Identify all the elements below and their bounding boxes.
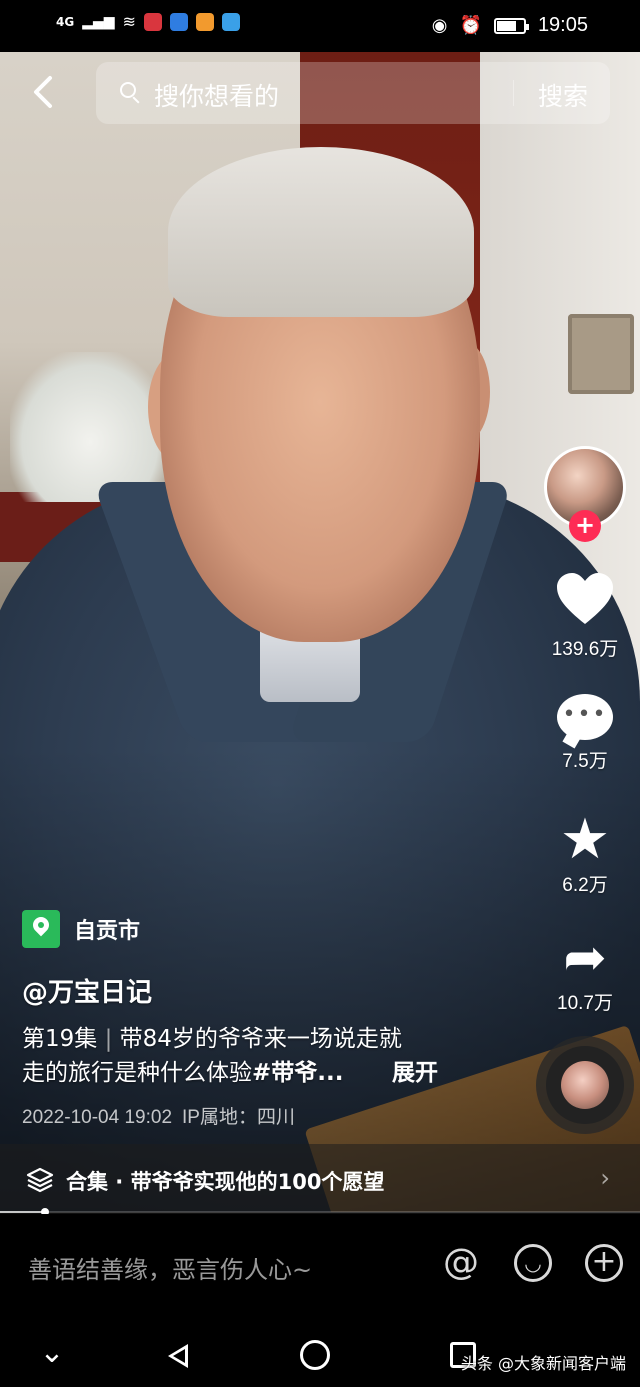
status-left: 4G ▂▄▆ ≋ bbox=[56, 12, 240, 31]
search-input[interactable]: 搜你想看的 bbox=[154, 77, 279, 113]
favorite-button[interactable]: ★ 6.2万 bbox=[540, 812, 630, 897]
collection-label: 合集 · 带爷爷实现他的100个愿望 bbox=[66, 1170, 385, 1194]
share-arrow-icon: ➦ bbox=[563, 928, 607, 988]
like-button[interactable]: 139.6万 bbox=[540, 572, 630, 661]
desc-line2: 走的旅行是种什么体验 bbox=[22, 1060, 252, 1086]
follow-plus-icon[interactable]: + bbox=[569, 510, 601, 542]
ip-location: IP属地：四川 bbox=[182, 1107, 295, 1128]
star-icon: ★ bbox=[559, 807, 611, 872]
at-mention-icon[interactable]: @ bbox=[442, 1244, 480, 1282]
location-tag[interactable]: 自贡市 bbox=[22, 910, 140, 948]
source-watermark: 头条 @大象新闻客户端 bbox=[460, 1354, 626, 1373]
battery-fill bbox=[496, 20, 517, 31]
location-text: 自贡市 bbox=[74, 919, 141, 944]
search-bar[interactable]: 搜你想看的 搜索 bbox=[96, 62, 610, 124]
music-cover bbox=[561, 1061, 609, 1109]
emoji-icon[interactable]: ◡ bbox=[514, 1244, 552, 1282]
nav-collapse-icon[interactable]: ⌄ bbox=[32, 1336, 72, 1376]
video-progress-bar[interactable] bbox=[0, 1208, 640, 1216]
share-button[interactable]: ➦ 10.7万 bbox=[540, 930, 630, 1015]
app-notification-icon-2 bbox=[169, 12, 188, 31]
author-name[interactable]: @万宝日记 bbox=[22, 972, 152, 1009]
app-notification-icon-3 bbox=[195, 12, 214, 31]
comment-button[interactable]: 7.5万 bbox=[540, 694, 630, 773]
heart-icon bbox=[557, 573, 613, 624]
desc-separator: | bbox=[97, 1026, 120, 1052]
search-icon bbox=[120, 82, 136, 98]
status-right: ◉ ⏰ 19:05 bbox=[432, 14, 588, 37]
search-button[interactable]: 搜索 bbox=[538, 77, 588, 113]
progress-played bbox=[0, 1211, 45, 1213]
video-meta: 2022-10-04 19:02 IP属地：四川 bbox=[22, 1102, 305, 1129]
video-screen: 4G ▂▄▆ ≋ ◉ ⏰ 19:05 搜你想看的 搜索 + 139.6万 •••… bbox=[0, 0, 640, 1387]
episode-label: 第19集 bbox=[22, 1026, 98, 1052]
location-pin-icon bbox=[22, 910, 60, 948]
nav-home-icon[interactable] bbox=[300, 1340, 330, 1370]
favorite-count: 6.2万 bbox=[562, 875, 608, 896]
status-bar: 4G ▂▄▆ ≋ ◉ ⏰ 19:05 bbox=[0, 0, 640, 52]
desc-line1: 带84岁的爷爷来一场说走就 bbox=[119, 1026, 402, 1052]
author-avatar-wrap[interactable]: + bbox=[544, 446, 626, 542]
comment-icon bbox=[557, 694, 613, 740]
share-count: 10.7万 bbox=[557, 993, 613, 1014]
app-notification-icon-4 bbox=[221, 12, 240, 31]
signal-icon: 4G bbox=[56, 14, 75, 29]
comment-input[interactable]: 善语结善缘，恶言伤人心~ bbox=[28, 1250, 312, 1285]
battery-icon bbox=[493, 17, 529, 34]
alarm-icon: ⏰ bbox=[459, 15, 482, 36]
add-icon[interactable]: + bbox=[585, 1244, 623, 1282]
like-count: 139.6万 bbox=[551, 639, 619, 660]
app-notification-icon-1 bbox=[143, 12, 162, 31]
publish-date: 2022-10-04 19:02 bbox=[22, 1107, 173, 1128]
clock: 19:05 bbox=[537, 14, 588, 36]
wifi-icon: ≋ bbox=[122, 12, 136, 31]
comment-input-bar: 善语结善缘，恶言伤人心~ @ ◡ + bbox=[0, 1214, 640, 1322]
nav-back-icon[interactable] bbox=[160, 1336, 200, 1376]
music-disc[interactable] bbox=[546, 1046, 624, 1124]
layers-icon bbox=[26, 1166, 54, 1193]
expand-button[interactable]: 展开 bbox=[392, 1056, 438, 1090]
signal-bars-icon: ▂▄▆ bbox=[82, 13, 115, 30]
collection-bar[interactable]: 合集 · 带爷爷实现他的100个愿望 › bbox=[0, 1144, 640, 1214]
back-button[interactable] bbox=[28, 72, 64, 116]
eye-icon: ◉ bbox=[431, 15, 448, 36]
comment-count: 7.5万 bbox=[562, 751, 608, 772]
hashtag-link[interactable]: #带爷... bbox=[252, 1060, 343, 1086]
back-chevron-icon bbox=[34, 76, 52, 108]
search-divider bbox=[513, 80, 514, 106]
chevron-right-icon: › bbox=[600, 1164, 610, 1192]
